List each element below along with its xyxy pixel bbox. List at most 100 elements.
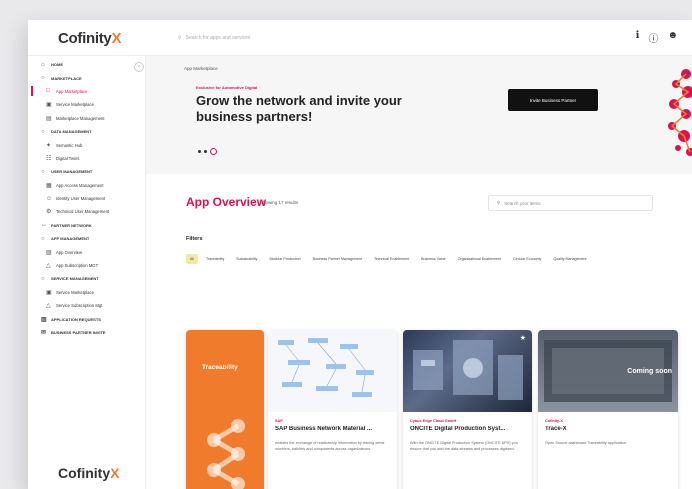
circle-icon: ○ (41, 75, 45, 82)
sidebar-item-label: App Marketplace (56, 88, 88, 94)
sidebar-item-label: Service Marketplace (56, 102, 94, 108)
sidebar-item-service-management[interactable]: ○ SERVICE MANAGEMENT (28, 272, 145, 285)
sidebar-item-label: APP MANAGEMENT (51, 236, 90, 242)
carousel-dots[interactable] (198, 148, 217, 155)
filter-chips: All Traceability Sustainability Modular Pro… (186, 254, 656, 264)
subscription-icon: △ (46, 303, 51, 310)
service-icon: ▣ (46, 102, 52, 109)
filter-chip[interactable]: Sustainability (232, 254, 262, 264)
search-icon: ⚲ (497, 200, 501, 205)
sidebar-item-marketplace[interactable]: ○ MARKETPLACE (28, 71, 145, 84)
sidebar-item-label: Service Subscription Mgt (56, 303, 103, 309)
sidebar-item-label: APPLICATION REQUESTS (51, 316, 101, 322)
app-card-traceability[interactable]: Traceability (186, 330, 264, 489)
filter-chip[interactable]: Business Value (417, 254, 450, 264)
sidebar-item-identity-user-management[interactable]: ☺ Identity User Management (28, 192, 145, 205)
global-search-input[interactable]: Search for apps and services (186, 35, 251, 41)
coming-soon-overlay: Coming soon (627, 368, 672, 375)
sidebar-item-semantic-hub[interactable]: ✦ Semantic Hub (28, 138, 145, 151)
sidebar-item-technical-user-management[interactable]: ⚙ Technical User Management (28, 205, 145, 218)
network-icon: ↔ (41, 222, 47, 229)
access-icon: ▦ (46, 182, 52, 189)
sidebar-item-label: SERVICE MANAGEMENT (51, 276, 99, 282)
sidebar-item-label: App Overview (56, 249, 83, 255)
management-icon: ▤ (46, 115, 52, 122)
sidebar-item-app-marketplace[interactable]: □ App Marketplace (28, 85, 145, 98)
card-title[interactable]: ONCITE Digital Production Syst... (410, 426, 525, 432)
card-image: Coming soon (538, 330, 678, 412)
filter-chip[interactable]: Modular Production (265, 254, 305, 264)
card-description: Open Source dashboard Traceability appli… (545, 441, 627, 445)
filter-chip[interactable]: Technical Enablement (369, 254, 414, 264)
carousel-dot[interactable] (204, 150, 207, 153)
service-icon: ▣ (46, 289, 52, 296)
card-title[interactable]: Trace-X (545, 426, 671, 432)
sidebar-item-application-requests[interactable]: ▨ APPLICATION REQUESTS (28, 312, 145, 325)
app-card-oncite[interactable]: ★ Cybus Edge Cloud GmbH ONCITE Digital P… (403, 330, 532, 489)
sidebar-item-data-management[interactable]: ○ DATA MANAGEMENT (28, 125, 145, 138)
filter-chip[interactable]: Traceability (202, 254, 229, 264)
sidebar-item-label: Technical User Management (56, 209, 110, 215)
sidebar-item-service-marketplace[interactable]: ▣ Service Marketplace (28, 98, 145, 111)
carousel-dot-active[interactable] (210, 148, 217, 155)
technical-user-icon: ⚙ (46, 209, 52, 216)
card-title[interactable]: SAP Business Network Material ... (275, 426, 390, 432)
global-search[interactable]: ⚲ Search for apps and services (178, 31, 478, 45)
user-icon[interactable]: ☻ (667, 30, 678, 45)
sidebar-item-home[interactable]: ⌂ HOME (28, 58, 145, 71)
sidebar-item-marketplace-management[interactable]: ▤ Marketplace Management (28, 112, 145, 125)
card-vendor: Cybus Edge Cloud GmbH (410, 419, 457, 423)
app-card-sap[interactable]: SAP SAP Business Network Material ... en… (268, 330, 397, 489)
sidebar-item-label: App Access Management (56, 182, 104, 188)
help-icon[interactable]: ⓘ (648, 30, 658, 45)
identity-icon: ☺ (46, 195, 53, 202)
sidebar-item-label: Identity User Management (56, 196, 106, 202)
app-search-input[interactable]: Search your items (504, 201, 540, 206)
sidebar-item-user-management[interactable]: ○ USER MANAGEMENT (28, 165, 145, 178)
sidebar-item-app-overview[interactable]: ▧ App Overview (28, 245, 145, 258)
sidebar-item-label: MARKETPLACE (51, 75, 82, 81)
hub-icon: ✦ (46, 142, 52, 149)
card-image: ★ (403, 330, 532, 412)
overview-icon: ▧ (46, 249, 52, 256)
filter-chip[interactable]: Circular Economy (509, 254, 546, 264)
breadcrumb[interactable]: App Marketplace (184, 66, 218, 71)
share-graphic (207, 419, 245, 489)
sidebar-item-app-subscription-mgt[interactable]: △ App Subscription MGT (28, 259, 145, 272)
sidebar-item-label: Semantic Hub (56, 142, 83, 148)
carousel-dot[interactable] (198, 150, 201, 153)
sidebar-item-label: PARTNER NETWORK (51, 222, 92, 228)
circle-icon: ○ (41, 128, 45, 135)
sidebar-item-app-access-management[interactable]: ▦ App Access Management (28, 179, 145, 192)
results-count: Showing 17 results (260, 200, 299, 205)
collapse-sidebar-button[interactable]: ‹ (134, 62, 144, 72)
hero-eyebrow: Exclusive for Automotive Digital (196, 85, 258, 90)
filter-chip[interactable]: Organizational Enablement (453, 254, 505, 264)
sidebar-item-business-partner-invite[interactable]: ✉ BUSINESS PARTNER INVITE (28, 326, 145, 339)
favorite-icon[interactable]: ★ (520, 334, 526, 342)
sidebar-item-label: USER MANAGEMENT (51, 169, 93, 175)
request-icon: ▨ (41, 316, 47, 323)
sidebar-item-digital-twins[interactable]: ☷ Digital Twins (28, 152, 145, 165)
cofinity-logo[interactable]: CofinityX (58, 30, 121, 47)
translate-icon[interactable]: ℹ (636, 30, 640, 45)
app-card-trace-x[interactable]: Coming soon Cofinity-X Trace-X Open Sour… (538, 330, 678, 489)
sidebar-item-app-management[interactable]: ○ APP MANAGEMENT (28, 232, 145, 245)
twin-icon: ☷ (46, 155, 52, 162)
filter-chip[interactable]: Quality Management (549, 254, 591, 264)
app-search-field[interactable]: ⚲ Search your items (488, 195, 653, 211)
sidebar-item-service-marketplace[interactable]: ▣ Service Marketplace (28, 286, 145, 299)
sidebar: ⌂ HOME ○ MARKETPLACE □ App Marketplace ▣ Servic… (28, 56, 146, 489)
search-icon: ⚲ (178, 35, 182, 41)
sidebar-item-partner-network[interactable]: ↔ PARTNER NETWORK (28, 219, 145, 232)
filter-chip[interactable]: Business Partner Management (308, 254, 366, 264)
app-overview-title: App Overview (186, 195, 267, 209)
sidebar-item-label: DATA MANAGEMENT (51, 129, 92, 135)
sidebar-item-label: App Subscription MGT (56, 263, 99, 269)
filter-chip[interactable]: All (186, 254, 198, 264)
invite-business-partner-button[interactable]: Invite Business Partner (508, 89, 598, 111)
sidebar-item-label: Service Marketplace (56, 289, 94, 295)
app-window: CofinityX ⚲ Search for apps and services… (28, 20, 692, 489)
footer-logo: CofinityX (58, 465, 120, 481)
sidebar-item-service-subscription-mgt[interactable]: △ Service Subscription Mgt (28, 299, 145, 312)
